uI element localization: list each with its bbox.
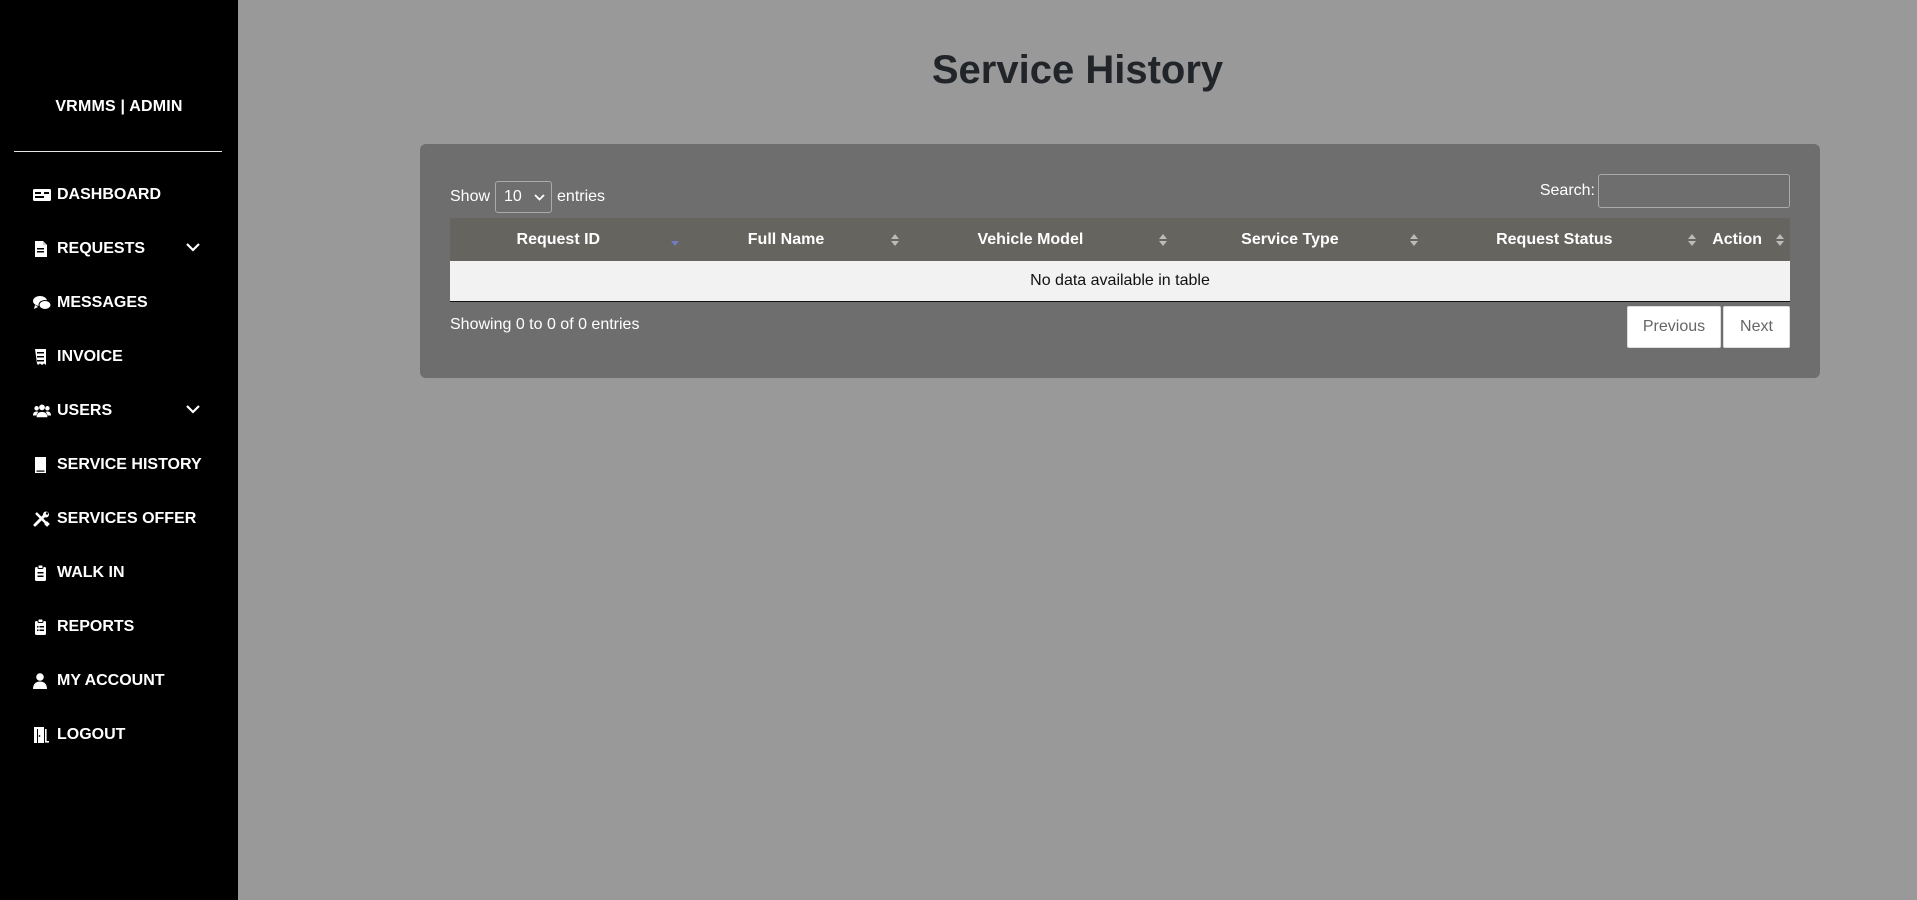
previous-button[interactable]: Previous: [1627, 306, 1721, 348]
sidebar-item-dashboard[interactable]: DASHBOARD: [33, 182, 213, 208]
brand-divider: [14, 151, 222, 152]
table-row: No data available in table: [450, 261, 1790, 301]
sort-icon: [1688, 233, 1697, 246]
chevron-down-icon[interactable]: [186, 242, 200, 252]
table-card: Show 10 entries Search: Request ID Full …: [420, 144, 1820, 378]
search-label: Search:: [1539, 182, 1595, 199]
page-length-value: 10: [504, 188, 522, 205]
sidebar-item-label: MY ACCOUNT: [57, 672, 165, 689]
sidebar-item-label: REPORTS: [57, 618, 135, 635]
sidebar-item-label: REQUESTS: [57, 240, 146, 257]
sidebar-item-label: LOGOUT: [57, 726, 126, 743]
tools-icon: [33, 511, 50, 527]
pagination: Previous Next: [1627, 306, 1790, 348]
sort-icon: [1159, 233, 1168, 246]
show-label: Show: [450, 188, 491, 205]
service-history-table: Request ID Full Name Vehicle Model Servi…: [450, 218, 1790, 302]
column-header-request-id[interactable]: Request ID: [450, 218, 685, 261]
chevron-down-icon: [534, 193, 545, 201]
file-icon: [35, 241, 47, 257]
entries-label: entries: [557, 188, 606, 205]
sidebar-item-services-offer[interactable]: SERVICES OFFER: [33, 506, 213, 532]
sidebar-item-reports[interactable]: REPORTS: [33, 614, 213, 640]
clipboard-list-icon: [35, 619, 46, 635]
dashboard-icon: [33, 189, 51, 201]
users-icon: [33, 404, 51, 418]
column-header-vehicle-model[interactable]: Vehicle Model: [905, 218, 1173, 261]
next-button[interactable]: Next: [1723, 306, 1790, 348]
empty-table-message: No data available in table: [1030, 271, 1210, 289]
sidebar-item-label: SERVICE HISTORY: [57, 456, 202, 473]
sort-icon: [1410, 233, 1419, 246]
sort-icon: [1776, 233, 1784, 246]
page-length-select[interactable]: 10: [495, 181, 553, 213]
sidebar-item-service-history[interactable]: SERVICE HISTORY: [33, 452, 213, 478]
door-icon: [34, 727, 49, 743]
sidebar-item-my-account[interactable]: MY ACCOUNT: [33, 668, 213, 694]
sort-desc-icon: [670, 240, 679, 246]
page-length-control: Show 10 entries: [450, 181, 605, 213]
receipt-icon: [35, 349, 46, 365]
sidebar-item-invoice[interactable]: INVOICE: [33, 344, 213, 370]
sidebar-item-label: WALK IN: [57, 564, 125, 581]
sort-icon: [891, 233, 900, 246]
page-title: Service History: [931, 48, 1224, 92]
book-icon: [35, 457, 46, 473]
chevron-down-icon[interactable]: [186, 404, 200, 414]
column-header-service-type[interactable]: Service Type: [1173, 218, 1424, 261]
sidebar-item-label: INVOICE: [57, 348, 123, 365]
sidebar-item-logout[interactable]: LOGOUT: [33, 722, 213, 748]
comments-icon: [33, 296, 51, 310]
brand-title: VRMMS | ADMIN: [55, 98, 183, 115]
clipboard-icon: [35, 565, 46, 581]
user-icon: [33, 673, 47, 689]
column-header-full-name[interactable]: Full Name: [685, 218, 906, 261]
search-control: Search:: [1540, 174, 1790, 208]
sidebar-item-label: USERS: [57, 402, 113, 419]
sidebar: VRMMS | ADMIN DASHBOARD REQUESTS MESSAGE…: [0, 0, 238, 900]
column-header-request-status[interactable]: Request Status: [1424, 218, 1702, 261]
sidebar-item-walk-in[interactable]: WALK IN: [33, 560, 213, 586]
column-header-action[interactable]: Action: [1702, 218, 1790, 261]
sidebar-item-messages[interactable]: MESSAGES: [33, 290, 213, 316]
table-header-row: Request ID Full Name Vehicle Model Servi…: [450, 218, 1790, 261]
table-info: Showing 0 to 0 of 0 entries: [450, 316, 640, 333]
sidebar-item-label: MESSAGES: [57, 294, 148, 311]
sidebar-item-label: SERVICES OFFER: [57, 510, 197, 527]
search-input[interactable]: [1598, 174, 1790, 208]
sidebar-item-label: DASHBOARD: [57, 186, 161, 203]
